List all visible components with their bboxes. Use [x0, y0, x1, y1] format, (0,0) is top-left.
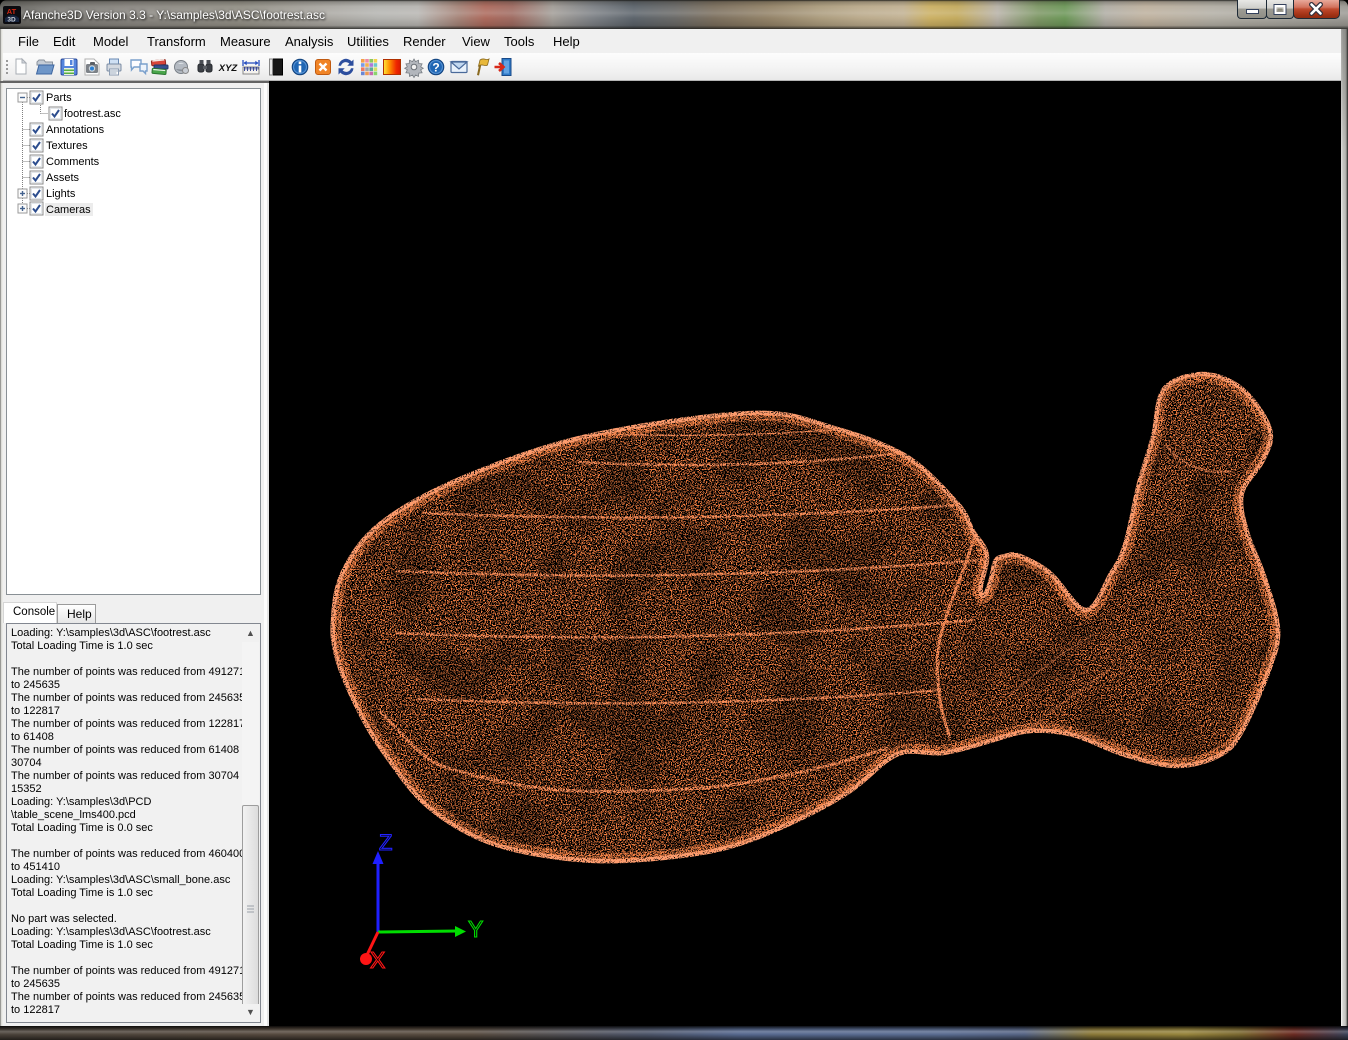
- svg-text:X: X: [370, 947, 385, 973]
- svg-text:?: ?: [432, 61, 439, 75]
- svg-text:XYZ: XYZ: [218, 63, 239, 74]
- svg-text:AT: AT: [7, 7, 17, 16]
- svg-text:Z: Z: [379, 830, 392, 855]
- svg-text:3D: 3D: [7, 17, 16, 24]
- svg-text:Y: Y: [468, 916, 483, 942]
